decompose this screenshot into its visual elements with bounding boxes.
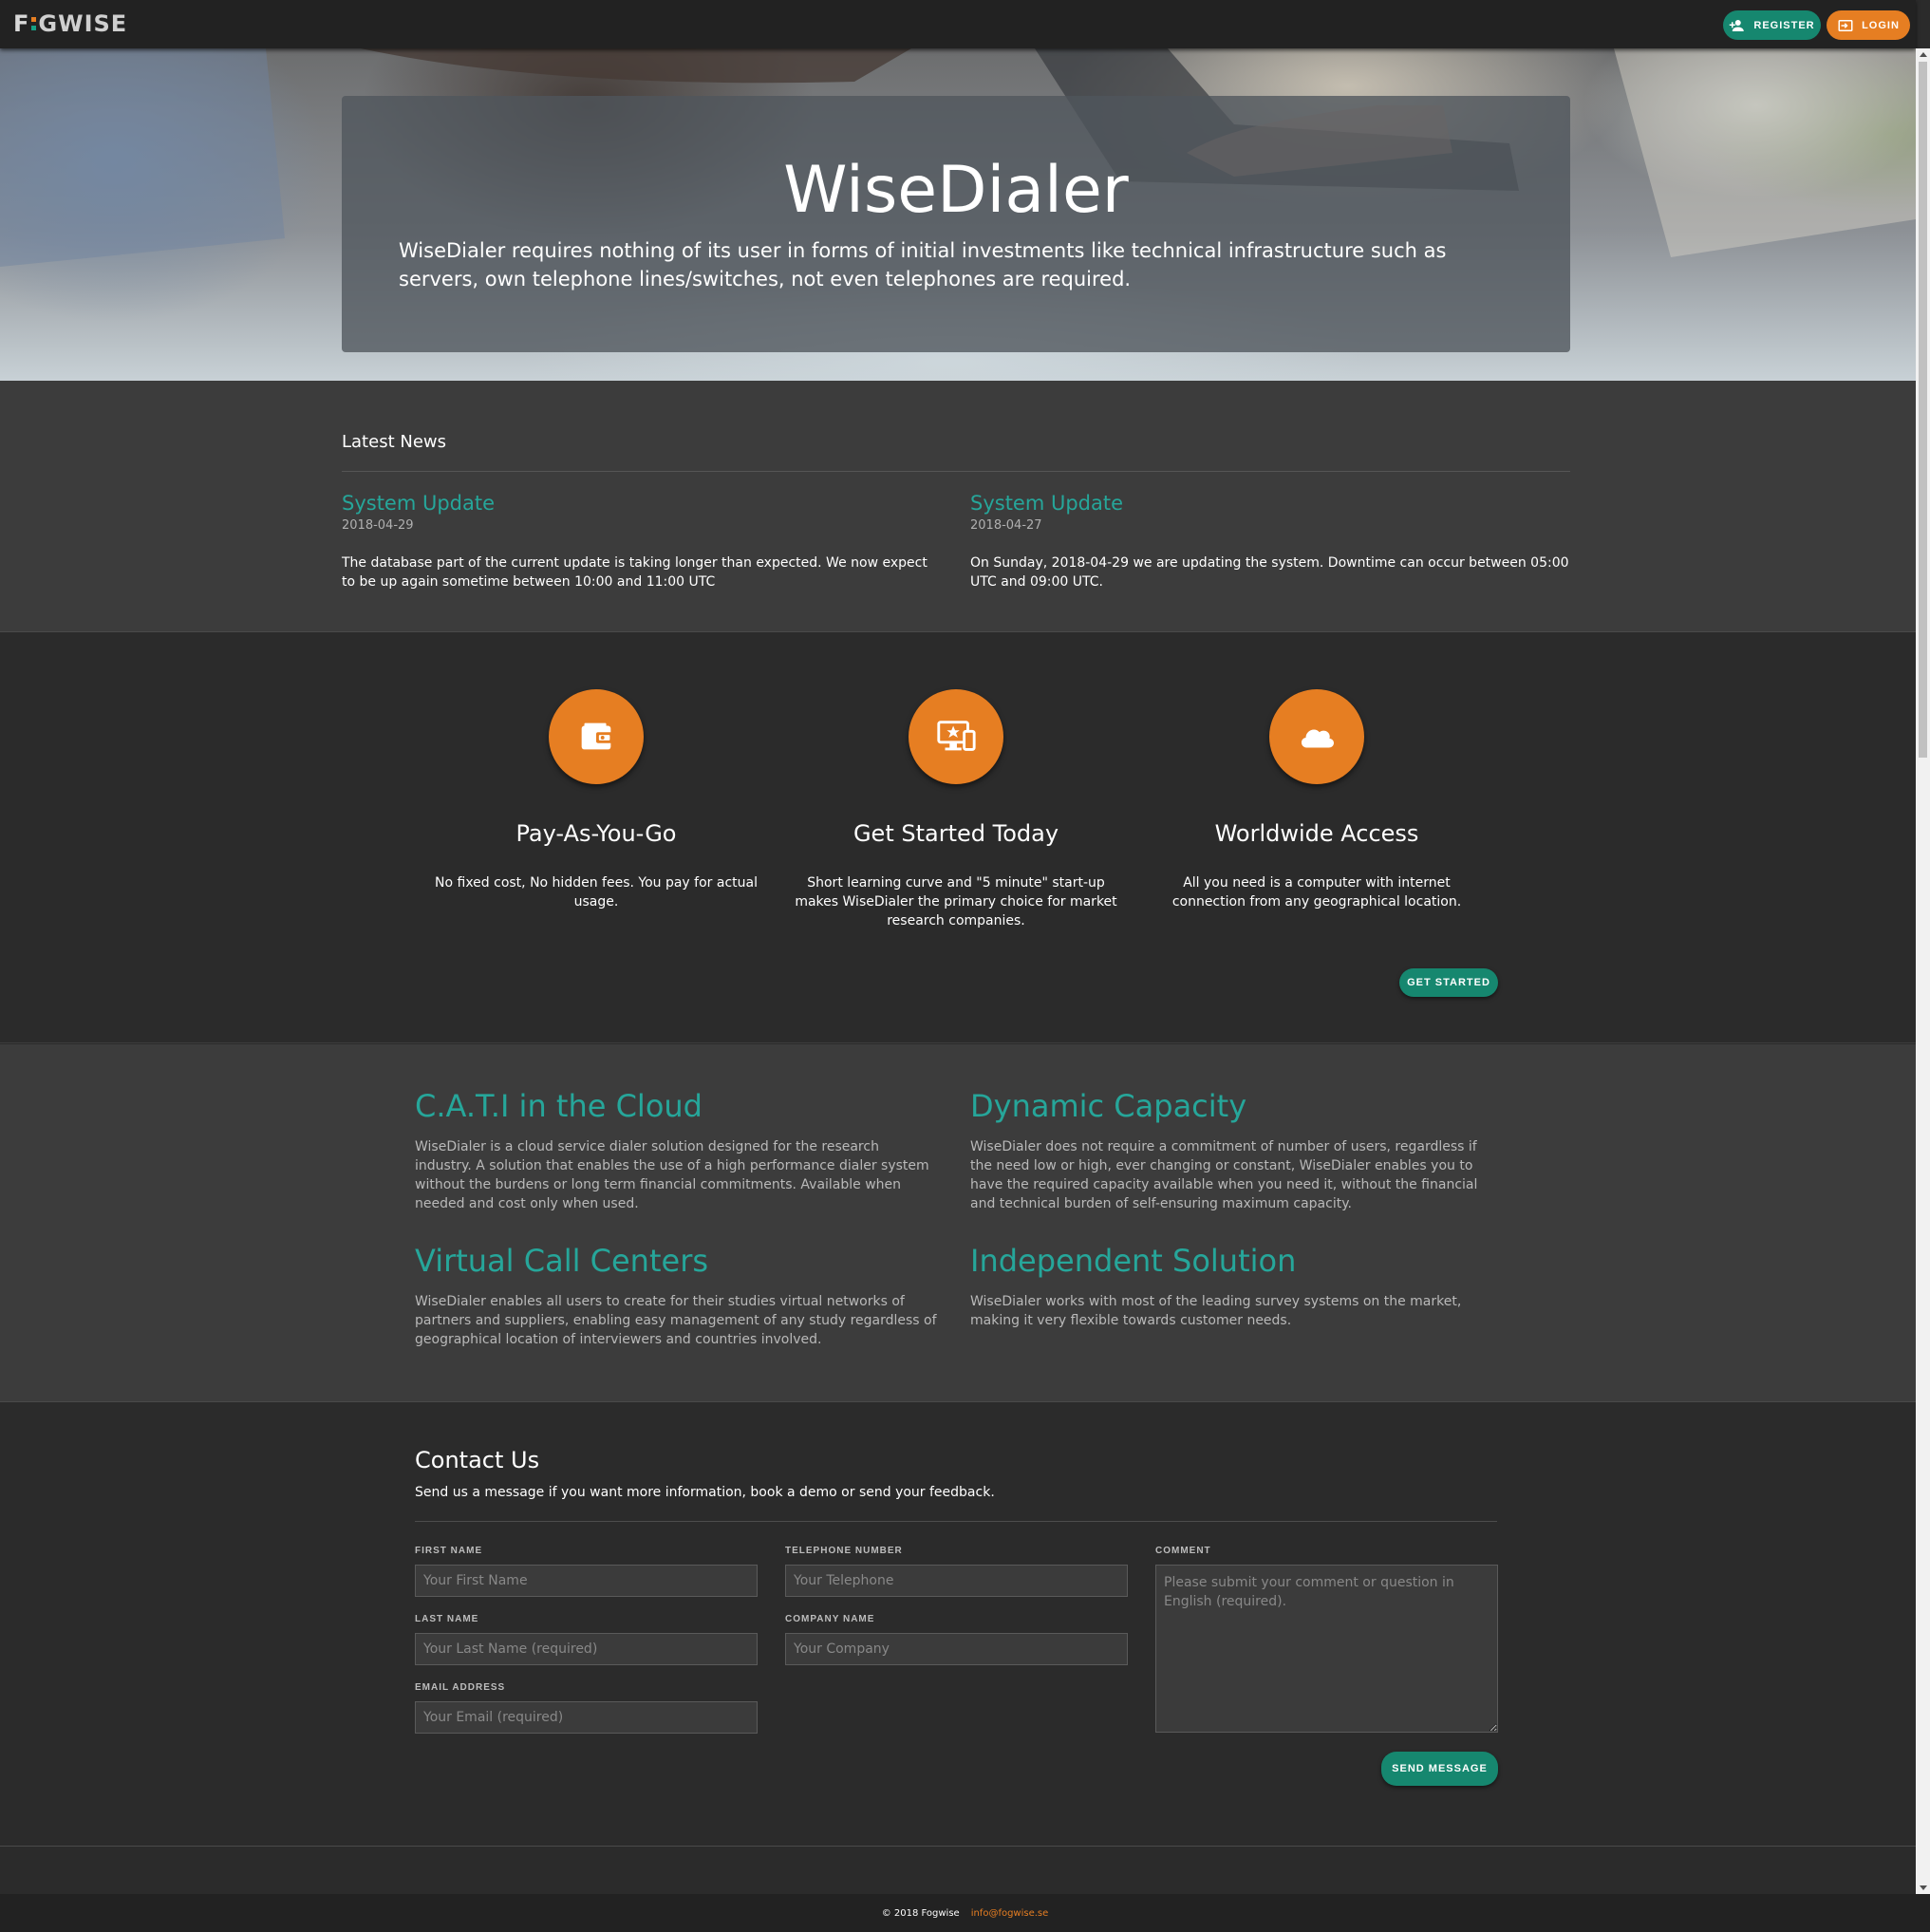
- hero-description: WiseDialer requires nothing of its user …: [399, 239, 1447, 291]
- info-block-virtual-call-centers: Virtual Call Centers WiseDialer enables …: [415, 1243, 937, 1349]
- hero-banner: WiseDialer WiseDialer requires nothing o…: [0, 48, 1916, 381]
- email-field[interactable]: [415, 1701, 758, 1734]
- first-name-field[interactable]: [415, 1565, 758, 1597]
- info-block-cati-cloud: C.A.T.I in the Cloud WiseDialer is a clo…: [415, 1088, 937, 1213]
- send-message-button[interactable]: SEND MESSAGE: [1381, 1752, 1498, 1786]
- footer-copyright: © 2018 Fogwise: [881, 1907, 960, 1919]
- info-title: C.A.T.I in the Cloud: [415, 1088, 703, 1124]
- comment-field[interactable]: [1155, 1565, 1498, 1733]
- feature-pay-as-you-go: Pay-As-You-Go No fixed cost, No hidden f…: [435, 689, 758, 911]
- contact-section: Contact Us Send us a message if you want…: [0, 1403, 1916, 1847]
- info-text: WiseDialer enables all users to create f…: [415, 1294, 937, 1347]
- news-item-date: 2018-04-27: [970, 518, 1042, 533]
- page-scrollbar[interactable]: [1916, 48, 1930, 1894]
- product-info-section: C.A.T.I in the Cloud WiseDialer is a clo…: [0, 1044, 1916, 1402]
- hero-title: WiseDialer: [783, 153, 1129, 228]
- page-footer: © 2018 Fogwise info@fogwise.se: [0, 1894, 1930, 1932]
- info-title: Virtual Call Centers: [415, 1243, 709, 1279]
- feature-text: All you need is a computer with internet…: [1171, 875, 1462, 910]
- news-item-title[interactable]: System Update: [970, 492, 1572, 515]
- logo-colon-mark: [31, 17, 37, 30]
- telephone-field[interactable]: [785, 1565, 1128, 1597]
- company-label: COMPANY NAME: [785, 1614, 875, 1624]
- info-block-dynamic-capacity: Dynamic Capacity WiseDialer does not req…: [970, 1088, 1492, 1213]
- add-user-icon: [1730, 19, 1745, 31]
- cloud-icon: [1269, 689, 1364, 784]
- login-icon: [1838, 19, 1853, 31]
- features-section: Pay-As-You-Go No fixed cost, No hidden f…: [0, 633, 1916, 1043]
- feature-text: Short learning curve and "5 minute" star…: [795, 875, 1117, 928]
- footer-email-link[interactable]: info@fogwise.se: [971, 1908, 1049, 1919]
- news-item-body: On Sunday, 2018-04-29 we are updating th…: [970, 555, 1569, 590]
- first-name-label: FIRST NAME: [415, 1546, 483, 1556]
- info-title: Dynamic Capacity: [970, 1088, 1247, 1124]
- news-item: System Update 2018-04-27 On Sunday, 2018…: [970, 492, 1572, 591]
- login-button-label: LOGIN: [1862, 19, 1900, 31]
- register-button-label: REGISTER: [1753, 19, 1815, 31]
- feature-get-started-today: Get Started Today Short learning curve a…: [795, 689, 1117, 930]
- news-item: System Update 2018-04-29 The database pa…: [342, 492, 944, 591]
- contact-subtitle: Send us a message if you want more infor…: [415, 1485, 995, 1500]
- wallet-icon: [549, 689, 644, 784]
- contact-title: Contact Us: [415, 1447, 540, 1473]
- news-item-title[interactable]: System Update: [342, 492, 944, 515]
- top-navbar: F GWISE REGISTER LOGIN: [0, 0, 1916, 48]
- info-text: WiseDialer is a cloud service dialer sol…: [415, 1139, 929, 1211]
- comment-label: COMMENT: [1155, 1546, 1211, 1556]
- info-text: WiseDialer works with most of the leadin…: [970, 1294, 1462, 1328]
- telephone-label: TELEPHONE NUMBER: [785, 1546, 903, 1556]
- news-heading: Latest News: [342, 432, 446, 452]
- feature-title: Pay-As-You-Go: [515, 820, 677, 847]
- contact-divider: [415, 1521, 1497, 1522]
- login-button[interactable]: LOGIN: [1827, 10, 1910, 40]
- hero-overlay-box: WiseDialer WiseDialer requires nothing o…: [342, 96, 1570, 352]
- info-title: Independent Solution: [970, 1243, 1297, 1279]
- news-item-body: The database part of the current update …: [342, 555, 928, 590]
- email-label: EMAIL ADDRESS: [415, 1682, 506, 1693]
- scroll-up-arrow-icon[interactable]: [1920, 52, 1927, 57]
- info-block-independent-solution: Independent Solution WiseDialer works wi…: [970, 1243, 1492, 1330]
- feature-title: Worldwide Access: [1214, 820, 1419, 847]
- scroll-down-arrow-icon[interactable]: [1920, 1885, 1927, 1890]
- last-name-label: LAST NAME: [415, 1614, 479, 1624]
- company-field[interactable]: [785, 1633, 1128, 1665]
- scrollbar-thumb[interactable]: [1919, 62, 1927, 758]
- latest-news-section: Latest News System Update 2018-04-29 The…: [0, 381, 1916, 632]
- get-started-button[interactable]: GET STARTED: [1399, 968, 1498, 997]
- register-button[interactable]: REGISTER: [1723, 10, 1821, 40]
- feature-text: No fixed cost, No hidden fees. You pay f…: [435, 875, 758, 910]
- devices-icon: [909, 689, 1003, 784]
- fogwise-logo[interactable]: F GWISE: [13, 10, 127, 37]
- last-name-field[interactable]: [415, 1633, 758, 1665]
- info-text: WiseDialer does not require a commitment…: [970, 1139, 1478, 1211]
- news-item-date: 2018-04-29: [342, 518, 414, 533]
- feature-worldwide-access: Worldwide Access All you need is a compu…: [1155, 689, 1478, 911]
- feature-title: Get Started Today: [853, 820, 1059, 847]
- news-divider: [342, 471, 1570, 472]
